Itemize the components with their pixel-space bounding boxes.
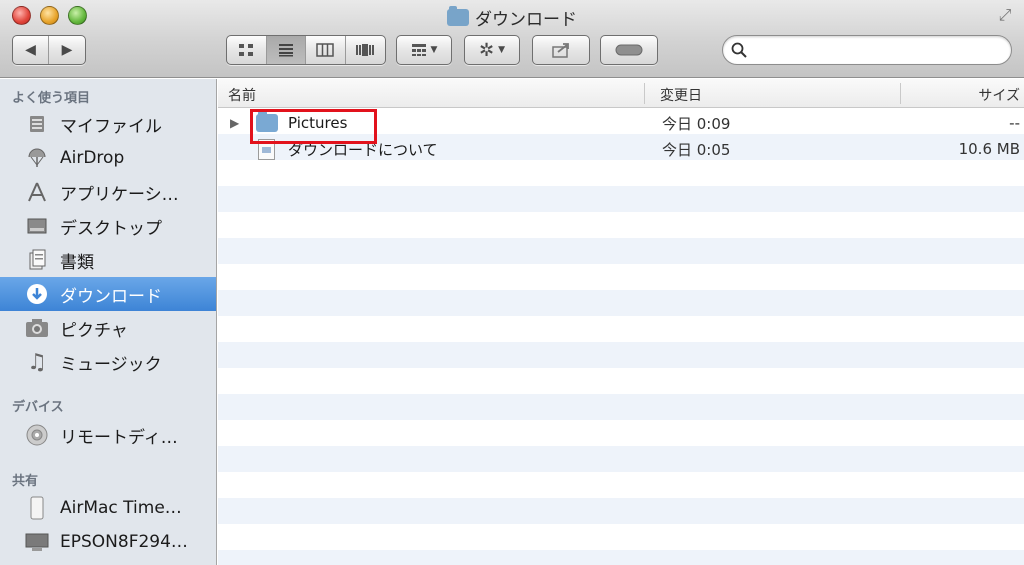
sidebar-item-label: ピクチャ bbox=[60, 320, 128, 341]
coverflow-view-icon bbox=[356, 44, 375, 56]
file-size: 10.6 MB bbox=[958, 140, 1020, 158]
sidebar-item-label: AirMac Time… bbox=[60, 498, 182, 518]
file-size: -- bbox=[1009, 114, 1020, 132]
sidebar-item-documents[interactable]: 書類 bbox=[0, 243, 216, 277]
sidebar-item-pictures[interactable]: ピクチャ bbox=[0, 311, 216, 345]
sidebar-item-downloads[interactable]: ダウンロード bbox=[0, 277, 216, 311]
sidebar-item-epson[interactable]: EPSON8F294… bbox=[0, 525, 216, 559]
column-divider[interactable] bbox=[900, 83, 901, 104]
sidebar-item-all-my-files[interactable]: マイファイル bbox=[0, 107, 216, 141]
sidebar-item-remote-disc[interactable]: リモートディ… bbox=[0, 418, 216, 452]
sidebar-item-label: ミュージック bbox=[60, 354, 162, 375]
window-title: ダウンロード bbox=[0, 5, 1024, 30]
icon-view-icon bbox=[239, 44, 254, 56]
icon-view-button[interactable] bbox=[227, 36, 267, 64]
sidebar-item-label: 書類 bbox=[60, 252, 94, 273]
sidebar-item-label: アプリケーシ… bbox=[60, 184, 179, 205]
back-button[interactable]: ◀ bbox=[13, 36, 50, 64]
sidebar-item-desktop[interactable]: デスクトップ bbox=[0, 209, 216, 243]
music-icon: ♫ bbox=[27, 349, 47, 375]
disclosure-triangle-icon[interactable]: ▶ bbox=[230, 116, 239, 130]
pictures-icon bbox=[24, 315, 50, 341]
sidebar: よく使う項目 マイファイル AirDrop アプリケーシ… デスクトップ 書類 bbox=[0, 79, 217, 565]
sidebar-item-music[interactable]: ♫ ミュージック bbox=[0, 345, 216, 379]
share-button-inner[interactable] bbox=[533, 36, 589, 64]
sidebar-item-label: リモートディ… bbox=[60, 427, 178, 448]
column-view-button[interactable] bbox=[306, 36, 346, 64]
file-list: 名前 変更日 サイズ ▶ Pictures 今日 0:09 -- ダウンロードに… bbox=[218, 79, 1024, 565]
column-header-name[interactable]: 名前 bbox=[228, 85, 256, 105]
sidebar-heading-favorites: よく使う項目 bbox=[12, 91, 91, 106]
arrange-menu-button[interactable]: ▼ bbox=[396, 35, 452, 65]
search-icon bbox=[731, 42, 747, 58]
list-view-button[interactable] bbox=[266, 36, 306, 64]
airport-time-capsule-icon bbox=[24, 495, 50, 521]
column-header-date-modified[interactable]: 変更日 bbox=[660, 85, 702, 105]
arrange-icon bbox=[411, 44, 426, 56]
sidebar-heading-devices: デバイス bbox=[12, 400, 64, 415]
sidebar-item-label: マイファイル bbox=[60, 116, 162, 137]
tag-button-inner[interactable] bbox=[601, 36, 657, 64]
fullscreen-icon[interactable]: ⤢ bbox=[996, 6, 1014, 24]
view-mode-control bbox=[226, 35, 386, 65]
chevron-down-icon: ▼ bbox=[498, 45, 505, 55]
desktop-icon bbox=[24, 213, 50, 239]
column-divider[interactable] bbox=[644, 83, 645, 104]
share-button[interactable] bbox=[532, 35, 590, 65]
documents-icon bbox=[24, 247, 50, 273]
coverflow-view-button[interactable] bbox=[346, 36, 385, 64]
forward-arrow-icon: ▶ bbox=[61, 42, 73, 58]
sidebar-item-applications[interactable]: アプリケーシ… bbox=[0, 175, 216, 209]
back-arrow-icon: ◀ bbox=[25, 42, 36, 58]
window-toolbar: ダウンロード ⤢ ◀ ▶ ▼ ✲ ▼ bbox=[0, 0, 1024, 78]
column-header-row: 名前 変更日 サイズ bbox=[218, 79, 1024, 108]
sidebar-item-airdrop[interactable]: AirDrop bbox=[0, 141, 216, 175]
search-field[interactable] bbox=[722, 35, 1012, 65]
sidebar-item-label: デスクトップ bbox=[60, 218, 162, 239]
search-input[interactable] bbox=[753, 42, 1011, 58]
column-header-size[interactable]: サイズ bbox=[978, 85, 1020, 105]
share-icon bbox=[552, 43, 569, 58]
all-my-files-icon bbox=[24, 111, 50, 137]
back-forward-control: ◀ ▶ bbox=[12, 35, 86, 65]
file-date: 今日 0:09 bbox=[662, 114, 731, 133]
file-rows: ▶ Pictures 今日 0:09 -- ダウンロードについて 今日 0:05… bbox=[218, 108, 1024, 565]
downloads-icon bbox=[24, 281, 50, 307]
network-computer-icon bbox=[24, 529, 50, 555]
window-title-text: ダウンロード bbox=[475, 10, 577, 30]
file-date: 今日 0:05 bbox=[662, 140, 731, 159]
gear-icon: ✲ bbox=[478, 39, 495, 61]
action-button[interactable]: ✲ ▼ bbox=[465, 36, 519, 64]
action-menu-button[interactable]: ✲ ▼ bbox=[464, 35, 520, 65]
folder-icon bbox=[447, 6, 469, 26]
arrange-button[interactable]: ▼ bbox=[397, 36, 451, 64]
column-view-icon bbox=[316, 43, 334, 57]
tag-button[interactable] bbox=[600, 35, 658, 65]
remote-disc-icon bbox=[24, 422, 50, 448]
tag-icon bbox=[615, 44, 643, 56]
airdrop-icon bbox=[24, 145, 50, 171]
sidebar-item-airmac-time-capsule[interactable]: AirMac Time… bbox=[0, 491, 216, 525]
sidebar-item-label: ダウンロード bbox=[60, 286, 162, 307]
list-view-icon bbox=[278, 44, 293, 57]
chevron-down-icon: ▼ bbox=[430, 45, 438, 55]
applications-icon bbox=[24, 179, 50, 205]
annotation-highlight-box bbox=[250, 109, 377, 144]
forward-button[interactable]: ▶ bbox=[49, 36, 85, 64]
sidebar-item-label: EPSON8F294… bbox=[60, 532, 188, 552]
sidebar-item-label: AirDrop bbox=[60, 148, 125, 168]
sidebar-heading-shared: 共有 bbox=[12, 474, 39, 489]
